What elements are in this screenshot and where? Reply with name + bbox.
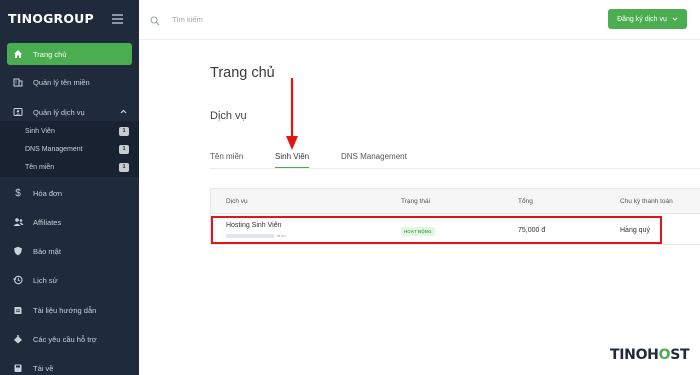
sidebar-item-label: Các yêu cầu hỗ trợ xyxy=(33,334,97,344)
column-header[interactable]: Chu kỳ thanh toán xyxy=(620,198,673,205)
search-icon[interactable] xyxy=(150,13,160,26)
register-service-button[interactable]: Đăng ký dịch vụ xyxy=(608,9,687,29)
column-header[interactable]: Trạng thái xyxy=(401,198,430,205)
sidebar-item-label: Bảo mật xyxy=(33,246,61,256)
column-header[interactable]: Tổng xyxy=(518,198,533,205)
search-input[interactable] xyxy=(172,12,372,26)
sidebar-item-home[interactable]: Trang chủ xyxy=(7,43,132,65)
chevron-down-icon xyxy=(672,16,678,23)
submenu-item-student[interactable]: Sinh Viên 1 xyxy=(25,123,131,139)
sidebar: TINOGROUP Trang chủ Quản lý tên miền Quả… xyxy=(0,0,139,375)
dollar-icon: $ xyxy=(15,187,21,199)
chevron-up-icon[interactable] xyxy=(120,107,127,116)
sidebar-item-affiliates[interactable]: Affiliates xyxy=(7,211,132,233)
count-badge: 1 xyxy=(119,162,129,172)
sidebar-item-label: Lịch sử xyxy=(33,275,58,285)
sidebar-item-label: Quản lý dịch vụ xyxy=(33,107,85,117)
history-icon xyxy=(12,274,24,286)
tab-student[interactable]: Sinh Viên xyxy=(275,152,310,168)
register-service-label: Đăng ký dịch vụ xyxy=(617,15,667,23)
sidebar-item-label: Trang chủ xyxy=(33,49,67,59)
document-icon xyxy=(12,304,24,316)
sidebar-item-domains[interactable]: Quản lý tên miền xyxy=(7,71,132,93)
count-badge: 1 xyxy=(119,144,129,154)
home-icon xyxy=(12,48,24,60)
sidebar-item-label: Affiliates xyxy=(33,217,62,227)
sidebar-item-label: Quản lý tên miền xyxy=(33,77,90,87)
brand-logo[interactable]: TINOGROUP xyxy=(8,11,94,26)
users-icon xyxy=(12,216,24,228)
download-icon xyxy=(12,362,24,374)
sidebar-item-docs[interactable]: Tài liệu hướng dẫn xyxy=(7,299,132,321)
table-header: Dịch vụ Trạng thái Tổng Chu kỳ thanh toá… xyxy=(211,189,700,214)
submenu-item-dns[interactable]: DNS Management 1 xyxy=(25,141,131,157)
sidebar-item-label: Hóa đơn xyxy=(33,188,63,198)
submenu-item-domains[interactable]: Tên miền 1 xyxy=(25,159,131,175)
page-title: Trang chủ xyxy=(210,65,275,81)
column-header[interactable]: Dịch vụ xyxy=(226,198,248,205)
annotation-arrow-icon xyxy=(286,78,298,150)
submenu-item-label: Sinh Viên xyxy=(25,127,55,135)
top-bar: Đăng ký dịch vụ xyxy=(139,0,700,40)
sidebar-item-services[interactable]: Quản lý dịch vụ xyxy=(7,101,132,123)
submenu-item-label: DNS Management xyxy=(25,145,83,153)
tab-dns-management[interactable]: DNS Management xyxy=(341,152,407,168)
tinohost-watermark: TINOHOST xyxy=(610,347,690,363)
highlight-box xyxy=(211,216,662,244)
shield-icon xyxy=(12,245,24,257)
id-card-icon xyxy=(12,106,24,118)
count-badge: 1 xyxy=(119,126,129,136)
services-submenu: Sinh Viên 1 DNS Management 1 Tên miền 1 xyxy=(0,121,139,177)
building-icon xyxy=(12,76,24,88)
menu-toggle-icon[interactable] xyxy=(112,14,123,24)
sidebar-item-downloads[interactable]: Tải về xyxy=(7,357,132,375)
sidebar-item-security[interactable]: Bảo mật xyxy=(7,240,132,262)
ticket-icon xyxy=(12,333,24,345)
section-title: Dịch vụ xyxy=(210,110,247,122)
tab-domains[interactable]: Tên miền xyxy=(210,152,243,168)
sidebar-item-invoices[interactable]: $ Hóa đơn xyxy=(7,182,132,204)
submenu-item-label: Tên miền xyxy=(25,163,55,171)
tabs-divider xyxy=(210,168,700,169)
sidebar-item-label: Tài liệu hướng dẫn xyxy=(33,305,97,315)
sidebar-item-support[interactable]: Các yêu cầu hỗ trợ xyxy=(7,328,132,350)
sidebar-item-label: Tải về xyxy=(33,363,54,373)
sidebar-item-history[interactable]: Lịch sử xyxy=(7,269,132,291)
